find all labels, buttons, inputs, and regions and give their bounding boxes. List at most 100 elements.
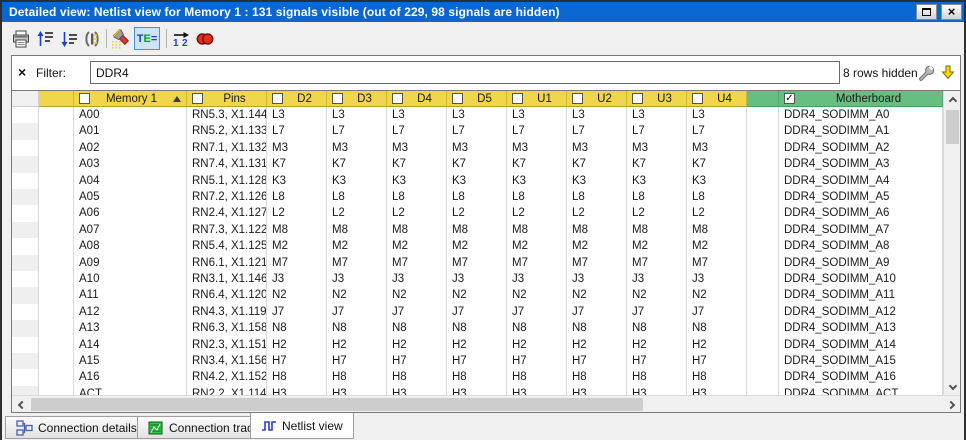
chip-cell-u1[interactable]: M8 xyxy=(507,222,567,238)
chip-cell-u3[interactable]: K7 xyxy=(627,156,687,172)
chip-cell-u1[interactable]: K7 xyxy=(507,156,567,172)
chip-cell-u3[interactable]: H2 xyxy=(627,337,687,353)
chip-cell-u1[interactable]: J3 xyxy=(507,271,567,287)
chip-cell-d4[interactable]: N2 xyxy=(387,287,447,303)
chip-cell-u1[interactable]: N8 xyxy=(507,320,567,336)
chip-cell-d5[interactable]: H8 xyxy=(447,369,507,385)
chip-cell-u4[interactable]: L3 xyxy=(687,107,747,123)
chip-cell-d5[interactable]: J7 xyxy=(447,304,507,320)
column-header-u2[interactable]: U2 xyxy=(567,91,627,107)
title-bar[interactable]: Detailed view: Netlist view for Memory 1… xyxy=(2,2,964,22)
chip-cell-d4[interactable]: J3 xyxy=(387,271,447,287)
chip-cell-d2[interactable]: L7 xyxy=(267,123,327,139)
clear-filter-button[interactable]: × xyxy=(18,64,26,80)
chip-cell-d2[interactable]: L2 xyxy=(267,205,327,221)
chip-cell-u2[interactable]: L7 xyxy=(567,123,627,139)
chip-cell-d2[interactable]: K7 xyxy=(267,156,327,172)
chip-cell-u1[interactable]: H7 xyxy=(507,353,567,369)
pins-cell[interactable]: RN7.1, X1.132 xyxy=(187,140,267,156)
chip-cell-d2[interactable]: H7 xyxy=(267,353,327,369)
pins-cell[interactable]: RN7.4, X1.131 xyxy=(187,156,267,172)
chip-cell-d4[interactable]: N8 xyxy=(387,320,447,336)
table-row[interactable]: A13RN6.3, X1.158N8N8N8N8N8N8N8N8DDR4_SOD… xyxy=(12,320,943,336)
chip-cell-d2[interactable]: N2 xyxy=(267,287,327,303)
motherboard-cell[interactable]: DDR4_SODIMM_A6 xyxy=(779,205,943,221)
motherboard-cell[interactable]: DDR4_SODIMM_A16 xyxy=(779,369,943,385)
chip-cell-d5[interactable]: H7 xyxy=(447,353,507,369)
table-row[interactable]: A16RN4.2, X1.152H8H8H8H8H8H8H8H8DDR4_SOD… xyxy=(12,369,943,385)
table-row[interactable]: A09RN6.1, X1.121M7M7M7M7M7M7M7M7DDR4_SOD… xyxy=(12,255,943,271)
column-header-d4[interactable]: D4 xyxy=(387,91,447,107)
chip-cell-u2[interactable]: J7 xyxy=(567,304,627,320)
chip-cell-d2[interactable]: M7 xyxy=(267,255,327,271)
scroll-down-button[interactable] xyxy=(944,378,961,395)
chip-cell-u2[interactable]: H8 xyxy=(567,369,627,385)
chip-cell-u1[interactable]: H3 xyxy=(507,386,567,395)
chip-cell-u2[interactable]: L8 xyxy=(567,189,627,205)
chip-cell-u4[interactable]: H7 xyxy=(687,353,747,369)
signal-cell[interactable]: A11 xyxy=(74,287,187,303)
table-row[interactable]: A15RN3.4, X1.156H7H7H7H7H7H7H7H7DDR4_SOD… xyxy=(12,353,943,369)
chip-cell-u3[interactable]: H3 xyxy=(627,386,687,395)
pins-cell[interactable]: RN5.4, X1.125 xyxy=(187,238,267,254)
pins-cell[interactable]: RN4.3, X1.119 xyxy=(187,304,267,320)
chip-cell-d2[interactable]: J7 xyxy=(267,304,327,320)
chip-cell-d2[interactable]: M8 xyxy=(267,222,327,238)
signal-cell[interactable]: ACT xyxy=(74,386,187,395)
chip-cell-u3[interactable]: M3 xyxy=(627,140,687,156)
chip-cell-u4[interactable]: J7 xyxy=(687,304,747,320)
chip-cell-u4[interactable]: M7 xyxy=(687,255,747,271)
chip-cell-d3[interactable]: H2 xyxy=(327,337,387,353)
chip-cell-d3[interactable]: M7 xyxy=(327,255,387,271)
pins-cell[interactable]: RN4.2, X1.152 xyxy=(187,369,267,385)
chip-cell-u2[interactable]: H2 xyxy=(567,337,627,353)
table-row[interactable]: A03RN7.4, X1.131K7K7K7K7K7K7K7K7DDR4_SOD… xyxy=(12,156,943,172)
vertical-scroll-thumb[interactable] xyxy=(946,110,959,144)
chip-cell-u3[interactable]: L2 xyxy=(627,205,687,221)
chip-cell-u1[interactable]: M7 xyxy=(507,255,567,271)
chip-cell-d5[interactable]: K7 xyxy=(447,156,507,172)
scroll-right-button[interactable] xyxy=(943,396,960,413)
signal-cell[interactable]: A08 xyxy=(74,238,187,254)
signal-cell[interactable]: A06 xyxy=(74,205,187,221)
chip-cell-u4[interactable]: H2 xyxy=(687,337,747,353)
signal-cell[interactable]: A16 xyxy=(74,369,187,385)
u4-checkbox[interactable] xyxy=(692,93,703,104)
table-row[interactable]: A08RN5.4, X1.125M2M2M2M2M2M2M2M2DDR4_SOD… xyxy=(12,238,943,254)
chip-cell-u4[interactable]: N8 xyxy=(687,320,747,336)
chip-cell-d2[interactable]: N8 xyxy=(267,320,327,336)
motherboard-cell[interactable]: DDR4_SODIMM_A14 xyxy=(779,337,943,353)
signal-cell[interactable]: A02 xyxy=(74,140,187,156)
chip-cell-d2[interactable]: H2 xyxy=(267,337,327,353)
chip-cell-d2[interactable]: M2 xyxy=(267,238,327,254)
motherboard-cell[interactable]: DDR4_SODIMM_A9 xyxy=(779,255,943,271)
chip-cell-d3[interactable]: N8 xyxy=(327,320,387,336)
filter-input[interactable] xyxy=(90,61,840,84)
chip-cell-u1[interactable]: M2 xyxy=(507,238,567,254)
vertical-scrollbar[interactable] xyxy=(943,91,960,395)
chip-cell-d5[interactable]: M3 xyxy=(447,140,507,156)
chip-cell-d3[interactable]: J7 xyxy=(327,304,387,320)
chip-cell-d4[interactable]: J7 xyxy=(387,304,447,320)
pins-cell[interactable]: RN2.3, X1.151 xyxy=(187,337,267,353)
chip-cell-d4[interactable]: H3 xyxy=(387,386,447,395)
chip-cell-u1[interactable]: M3 xyxy=(507,140,567,156)
chip-cell-u2[interactable]: N8 xyxy=(567,320,627,336)
chip-cell-u3[interactable]: J7 xyxy=(627,304,687,320)
pins-cell[interactable]: RN5.2, X1.133 xyxy=(187,123,267,139)
chip-cell-d4[interactable]: M3 xyxy=(387,140,447,156)
table-row[interactable]: A06RN2.4, X1.127L2L2L2L2L2L2L2L2DDR4_SOD… xyxy=(12,205,943,221)
chip-cell-d5[interactable]: L7 xyxy=(447,123,507,139)
column-header-d3[interactable]: D3 xyxy=(327,91,387,107)
motherboard-cell[interactable]: DDR4_SODIMM_A0 xyxy=(779,107,943,123)
pins-cell[interactable]: RN6.3, X1.158 xyxy=(187,320,267,336)
signal-cell[interactable]: A03 xyxy=(74,156,187,172)
chip-cell-d5[interactable]: L3 xyxy=(447,107,507,123)
pins-cell[interactable]: RN2.2, X1.114 xyxy=(187,386,267,395)
motherboard-cell[interactable]: DDR4_SODIMM_A1 xyxy=(779,123,943,139)
chip-cell-d4[interactable]: L2 xyxy=(387,205,447,221)
chip-cell-u3[interactable]: N8 xyxy=(627,320,687,336)
chip-cell-d4[interactable]: L7 xyxy=(387,123,447,139)
chip-cell-u3[interactable]: M7 xyxy=(627,255,687,271)
chip-cell-u2[interactable]: M8 xyxy=(567,222,627,238)
